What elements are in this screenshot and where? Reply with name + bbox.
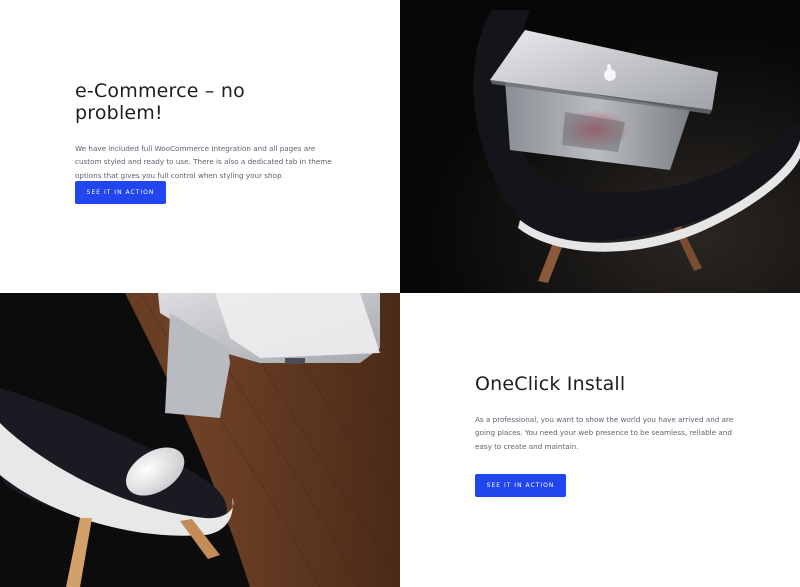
oneclick-description: As a professional, you want to show the … [475, 415, 734, 451]
ecommerce-feature-section: e-Commerce – no problem! We have include… [0, 0, 400, 293]
ecommerce-text-block: e-Commerce – no problem! We have include… [75, 80, 335, 204]
ecommerce-see-it-in-action-button[interactable]: SEE IT IN ACTION [75, 181, 166, 204]
laptop-on-chair-illustration [400, 0, 800, 293]
ecommerce-title: e-Commerce – no problem! [75, 80, 245, 124]
oneclick-feature-section: OneClick Install As a professional, you … [400, 293, 800, 587]
laptop-and-mouse-desk-photo [0, 293, 400, 587]
laptop-on-chair-photo [400, 0, 800, 293]
feature-grid: e-Commerce – no problem! We have include… [0, 0, 800, 587]
ecommerce-description: We have included full WooCommerce Integr… [75, 144, 332, 180]
oneclick-title: OneClick Install [475, 373, 626, 395]
desk-illustration [0, 293, 400, 587]
oneclick-text-block: OneClick Install As a professional, you … [475, 373, 735, 497]
oneclick-see-it-in-action-button[interactable]: SEE IT IN ACTION [475, 474, 566, 497]
